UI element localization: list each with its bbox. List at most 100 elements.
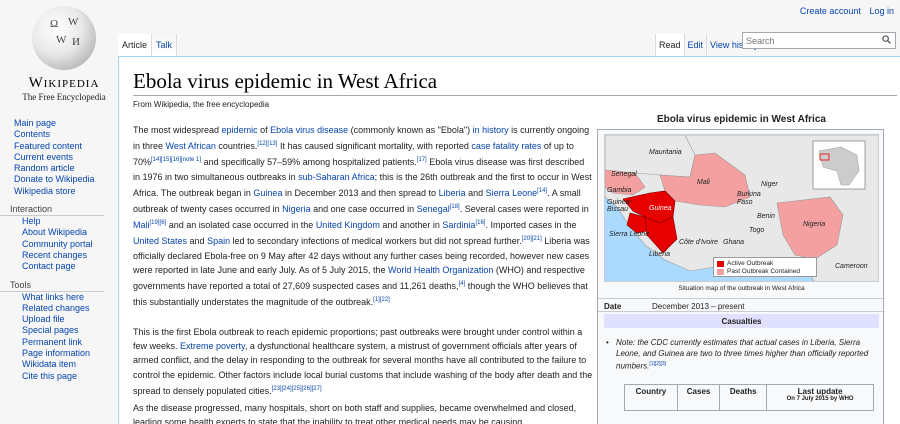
casualties-table: Country Cases Deaths Last update On 7 Jul… — [624, 384, 874, 411]
map-label: Cameroon — [835, 263, 868, 270]
sidebar-item-contents[interactable]: Contents — [0, 129, 118, 140]
map-label: Gambia — [607, 187, 632, 194]
wikipedia-logo[interactable]: Ω W Ԝ И Wikipedia The Free Encyclopedia — [0, 0, 128, 110]
link[interactable]: Extreme poverty — [180, 341, 245, 351]
legend-swatch-active — [717, 261, 724, 267]
map-label: Senegal — [611, 171, 637, 178]
create-account-link[interactable]: Create account — [800, 6, 861, 16]
column-header-last-update[interactable]: Last update On 7 July 2015 by WHO — [766, 384, 874, 411]
sidebar-item-help[interactable]: Help — [0, 216, 118, 227]
citation[interactable]: [16] — [475, 220, 485, 226]
bullet-icon: • — [606, 338, 609, 347]
sidebar-item-donate[interactable]: Donate to Wikipedia — [0, 174, 118, 185]
citation[interactable]: [20][21] — [522, 236, 542, 242]
sidebar-item-contact-page[interactable]: Contact page — [0, 261, 118, 272]
date-value: December 2013 – present — [652, 302, 745, 311]
sidebar-item-related-changes[interactable]: Related changes — [0, 303, 118, 314]
citation[interactable]: [23][24][25][26][27] — [272, 386, 322, 392]
link[interactable]: Liberia — [439, 188, 466, 198]
article-paragraph-3: As the disease progressed, many hospital… — [133, 403, 577, 424]
citation[interactable]: [14][15][16][note 1] — [151, 157, 201, 163]
link[interactable]: case fatality rates — [471, 141, 541, 151]
column-header-deaths[interactable]: Deaths — [719, 384, 768, 411]
tab-article[interactable]: Article — [118, 34, 153, 56]
tab-read[interactable]: Read — [655, 34, 684, 56]
citation[interactable]: [1][22] — [373, 297, 390, 303]
sidebar-item-about[interactable]: About Wikipedia — [0, 227, 118, 238]
citation[interactable]: [12][13] — [257, 141, 277, 147]
map-label: Mauritania — [649, 149, 682, 156]
sidebar: Main page Contents Featured content Curr… — [0, 118, 118, 382]
citation[interactable]: [18] — [450, 204, 460, 210]
map-label: Liberia — [649, 251, 671, 258]
interaction-heading[interactable]: Interaction — [0, 203, 104, 217]
cdc-note: • Note: the CDC currently estimates that… — [606, 338, 869, 371]
sidebar-item-special-pages[interactable]: Special pages — [0, 325, 118, 336]
situation-map[interactable]: Mauritania Mali Niger Senegal Gambia Gui… — [604, 134, 879, 282]
link[interactable]: World Health Organization — [388, 265, 493, 275]
link[interactable]: epidemic — [222, 125, 258, 135]
link[interactable]: sub-Saharan Africa — [298, 172, 375, 182]
map-label: Burkina Faso — [737, 191, 761, 206]
sidebar-item-permanent-link[interactable]: Permanent link — [0, 337, 118, 348]
namespace-tabs: Article Talk — [118, 34, 178, 56]
link[interactable]: Sardinia — [442, 220, 475, 230]
globe-glyph: Ԝ — [56, 34, 67, 46]
link[interactable]: United Kingdom — [316, 220, 380, 230]
search-input[interactable] — [743, 33, 873, 48]
link[interactable]: in history — [473, 125, 509, 135]
legend-label: Active Outbreak — [727, 260, 774, 267]
link[interactable]: Sierra Leone — [486, 188, 538, 198]
map-label: Guinea — [649, 205, 672, 212]
link[interactable]: United States — [133, 236, 187, 246]
link[interactable]: Guinea — [253, 188, 282, 198]
sidebar-item-what-links-here[interactable]: What links here — [0, 292, 118, 303]
infobox-title: Ebola virus epidemic in West Africa — [657, 114, 826, 125]
casualties-header: Casualties — [604, 314, 879, 328]
tab-talk[interactable]: Talk — [152, 34, 178, 56]
log-in-link[interactable]: Log in — [869, 6, 894, 16]
sidebar-item-recent-changes[interactable]: Recent changes — [0, 250, 118, 261]
map-label: Mali — [697, 179, 710, 186]
map-label: Ghana — [723, 239, 745, 246]
article-paragraph-2: This is the first Ebola outbreak to reac… — [133, 327, 593, 396]
sidebar-item-random-article[interactable]: Random article — [0, 163, 118, 174]
map-label: Nigeria — [803, 221, 826, 228]
link[interactable]: Senegal — [417, 204, 450, 214]
sidebar-item-store[interactable]: Wikipedia store — [0, 186, 118, 197]
citation[interactable]: [14] — [537, 188, 547, 194]
citation[interactable]: [17] — [417, 157, 427, 163]
link[interactable]: Mali — [133, 220, 150, 230]
column-header-country[interactable]: Country — [624, 384, 678, 411]
infobox-date-row: Date December 2013 – present — [598, 298, 885, 312]
search-icon[interactable] — [882, 35, 891, 44]
link[interactable]: West African — [166, 141, 216, 151]
link[interactable]: Nigeria — [282, 204, 311, 214]
link[interactable]: Ebola virus disease — [270, 125, 348, 135]
date-label: Date — [604, 302, 622, 311]
column-header-cases[interactable]: Cases — [676, 384, 721, 411]
content-area: Ebola virus epidemic in West Africa From… — [118, 56, 900, 424]
tools-heading[interactable]: Tools — [0, 279, 104, 292]
sidebar-item-main-page[interactable]: Main page — [0, 118, 118, 129]
map-label: Guinea-Bissau — [607, 199, 632, 213]
map-caption: Situation map of the outbreak in West Af… — [678, 285, 805, 292]
wordmark: Wikipedia — [28, 75, 100, 91]
sidebar-item-cite-this-page[interactable]: Cite this page — [0, 371, 118, 382]
map-label: Benin — [757, 213, 775, 220]
globe-glyph: Ω — [50, 18, 59, 30]
sidebar-item-featured-content[interactable]: Featured content — [0, 141, 118, 152]
map-label: Togo — [749, 227, 765, 234]
sidebar-item-page-information[interactable]: Page information — [0, 348, 118, 359]
sidebar-item-community-portal[interactable]: Community portal — [0, 239, 118, 250]
logo-tagline: The Free Encyclopedia — [22, 92, 106, 102]
link[interactable]: Spain — [207, 236, 230, 246]
tab-edit[interactable]: Edit — [683, 34, 707, 56]
article-paragraph-1: The most widespread epidemic of Ebola vi… — [133, 125, 592, 308]
sidebar-item-upload-file[interactable]: Upload file — [0, 314, 118, 325]
sidebar-item-current-events[interactable]: Current events — [0, 152, 118, 163]
citation[interactable]: [1][2][3] — [649, 361, 666, 367]
sidebar-item-wikidata-item[interactable]: Wikidata item — [0, 359, 118, 370]
citation[interactable]: [19][6] — [150, 220, 167, 226]
puzzle-globe-icon: Ω W Ԝ И — [32, 6, 96, 70]
